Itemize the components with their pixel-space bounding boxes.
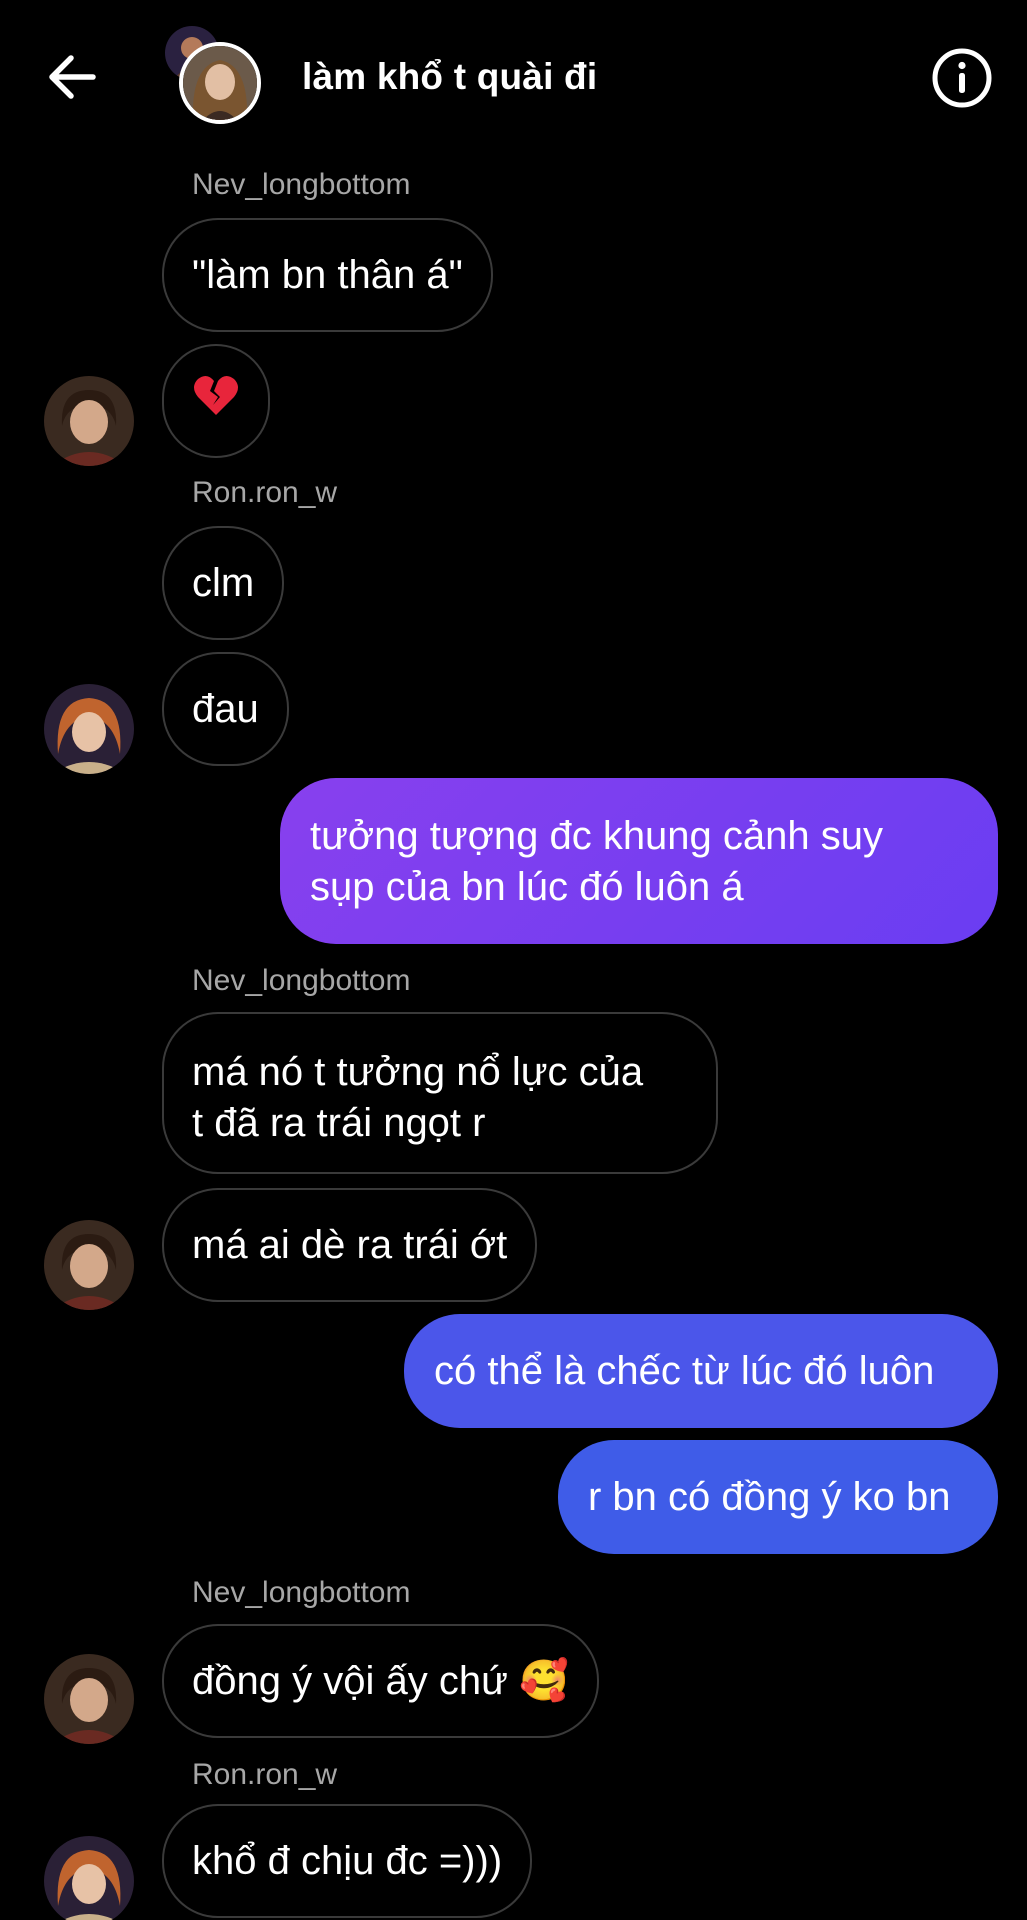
incoming-message[interactable]: clm	[162, 526, 285, 640]
avatar-nev[interactable]	[44, 1654, 134, 1744]
message-text: r bn có đồng ý ko bn	[588, 1474, 951, 1519]
message-text: clm	[192, 560, 255, 605]
message-text: đồng ý vội ấy chứ 🥰	[192, 1658, 569, 1703]
sender-name: Ron.ron_w	[192, 476, 338, 509]
incoming-message[interactable]: khổ đ chịu đc =)))	[162, 1804, 533, 1918]
message-text: đau	[192, 686, 259, 731]
sender-name: Ron.ron_w	[192, 1758, 338, 1791]
message-text: má nó t tưởng nổ lực của t đã ra trái ng…	[192, 1050, 644, 1145]
avatar-ron[interactable]	[44, 684, 134, 774]
info-button[interactable]	[930, 46, 994, 110]
incoming-message[interactable]: đồng ý vội ấy chứ 🥰	[162, 1624, 599, 1738]
message-text: tưởng tượng đc khung cảnh suy sụp của bn…	[310, 814, 884, 909]
incoming-message[interactable]: má nó t tưởng nổ lực của t đã ra trái ng…	[162, 1012, 718, 1174]
message-text: má ai dè ra trái ớt	[192, 1222, 508, 1267]
message-text: khổ đ chịu đc =)))	[192, 1838, 503, 1883]
avatar-nev[interactable]	[44, 1220, 134, 1310]
group-avatar-primary	[179, 42, 261, 124]
sender-name: Nev_longbottom	[192, 168, 411, 201]
arrow-left-icon	[49, 55, 96, 99]
avatar-nev[interactable]	[44, 376, 134, 466]
incoming-message[interactable]: "làm bn thân á"	[162, 218, 493, 332]
group-avatar[interactable]	[165, 26, 265, 126]
chat-title[interactable]: làm khổ t quài đi	[302, 56, 597, 98]
outgoing-message[interactable]: có thể là chếc từ lúc đó luôn	[404, 1314, 998, 1428]
sender-name: Nev_longbottom	[192, 1576, 411, 1609]
avatar-ron[interactable]	[44, 1836, 134, 1920]
info-circle-icon	[932, 48, 992, 108]
message-text: có thể là chếc từ lúc đó luôn	[434, 1348, 935, 1393]
outgoing-message[interactable]: r bn có đồng ý ko bn	[558, 1440, 998, 1554]
chat-header: làm khổ t quài đi	[0, 0, 1027, 160]
incoming-message[interactable]: má ai dè ra trái ớt	[162, 1188, 538, 1302]
back-button[interactable]	[40, 45, 104, 109]
outgoing-message[interactable]: tưởng tượng đc khung cảnh suy sụp của bn…	[280, 778, 998, 944]
incoming-message[interactable]: đau	[162, 652, 289, 766]
broken-heart-emoji	[192, 373, 240, 430]
message-text: "làm bn thân á"	[192, 252, 463, 297]
incoming-message[interactable]	[162, 344, 270, 458]
sender-name: Nev_longbottom	[192, 964, 411, 997]
